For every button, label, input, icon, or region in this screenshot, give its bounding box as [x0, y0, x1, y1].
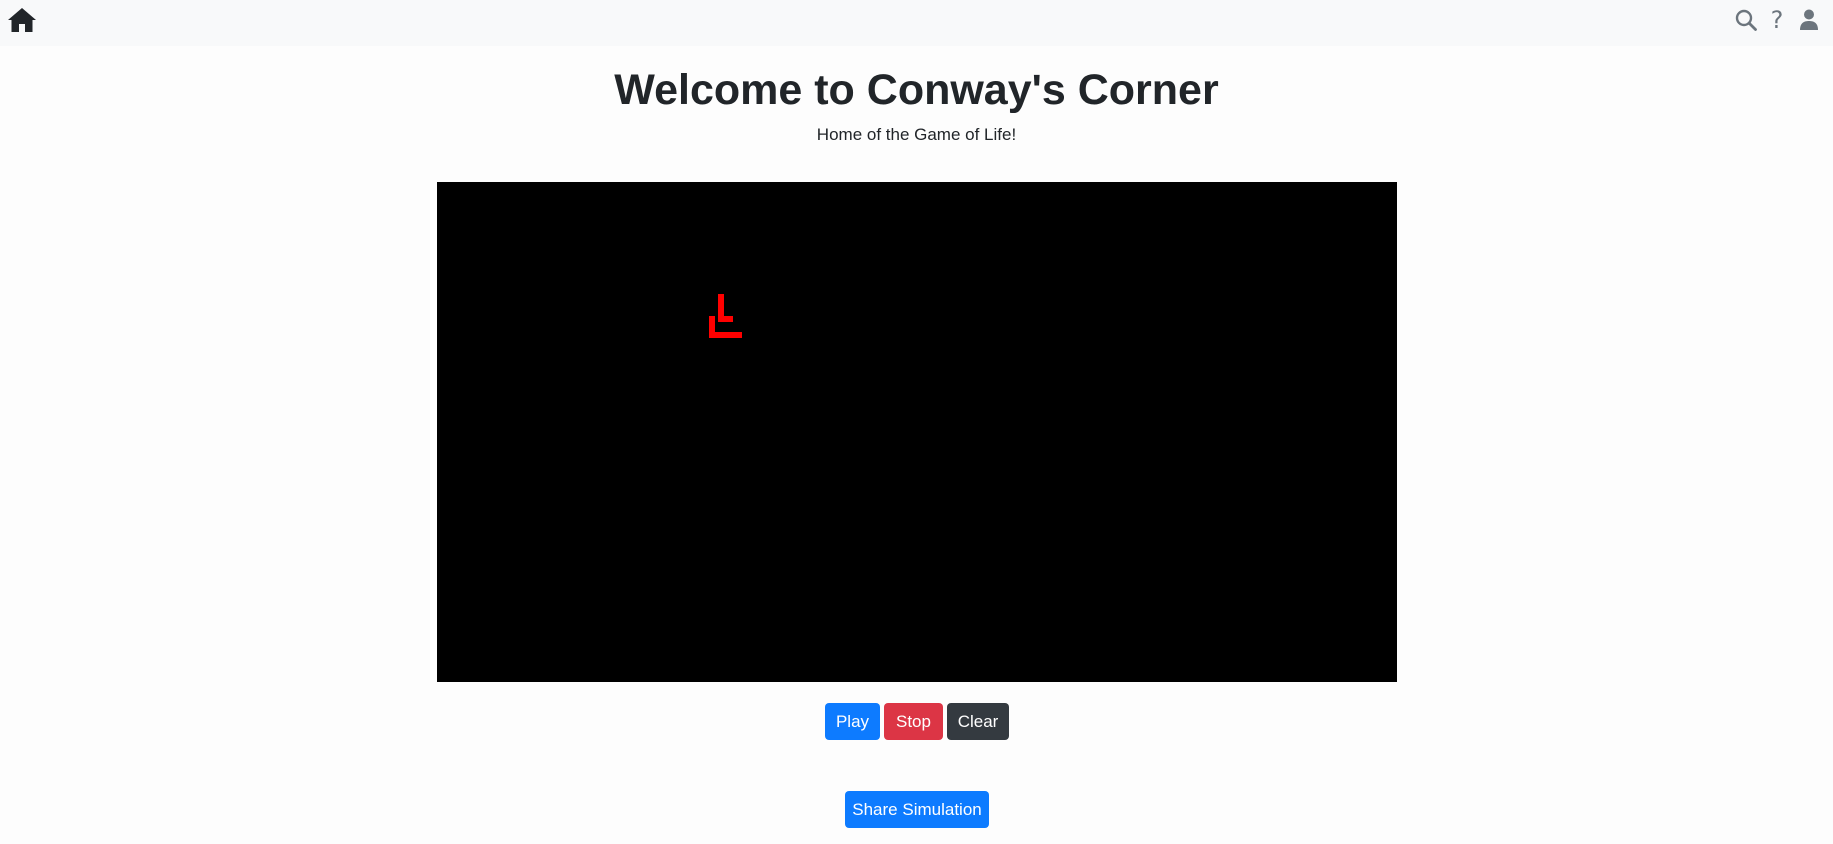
top-navbar: ? [0, 0, 1833, 46]
share-simulation-button[interactable]: Share Simulation [845, 791, 989, 828]
stop-button[interactable]: Stop [884, 703, 943, 740]
live-cell[interactable] [709, 332, 742, 338]
page-subtitle: Home of the Game of Life! [816, 125, 1017, 144]
search-icon[interactable] [1733, 0, 1759, 40]
live-cell[interactable] [718, 316, 733, 322]
play-button[interactable]: Play [825, 703, 880, 740]
page-title: Welcome to Conway's Corner [614, 66, 1219, 114]
user-icon[interactable] [1796, 0, 1822, 40]
game-of-life-board[interactable] [437, 182, 1397, 682]
clear-button[interactable]: Clear [947, 703, 1009, 740]
home-icon[interactable] [4, 0, 40, 40]
live-cell[interactable] [718, 294, 724, 316]
help-icon[interactable]: ? [1767, 0, 1787, 40]
